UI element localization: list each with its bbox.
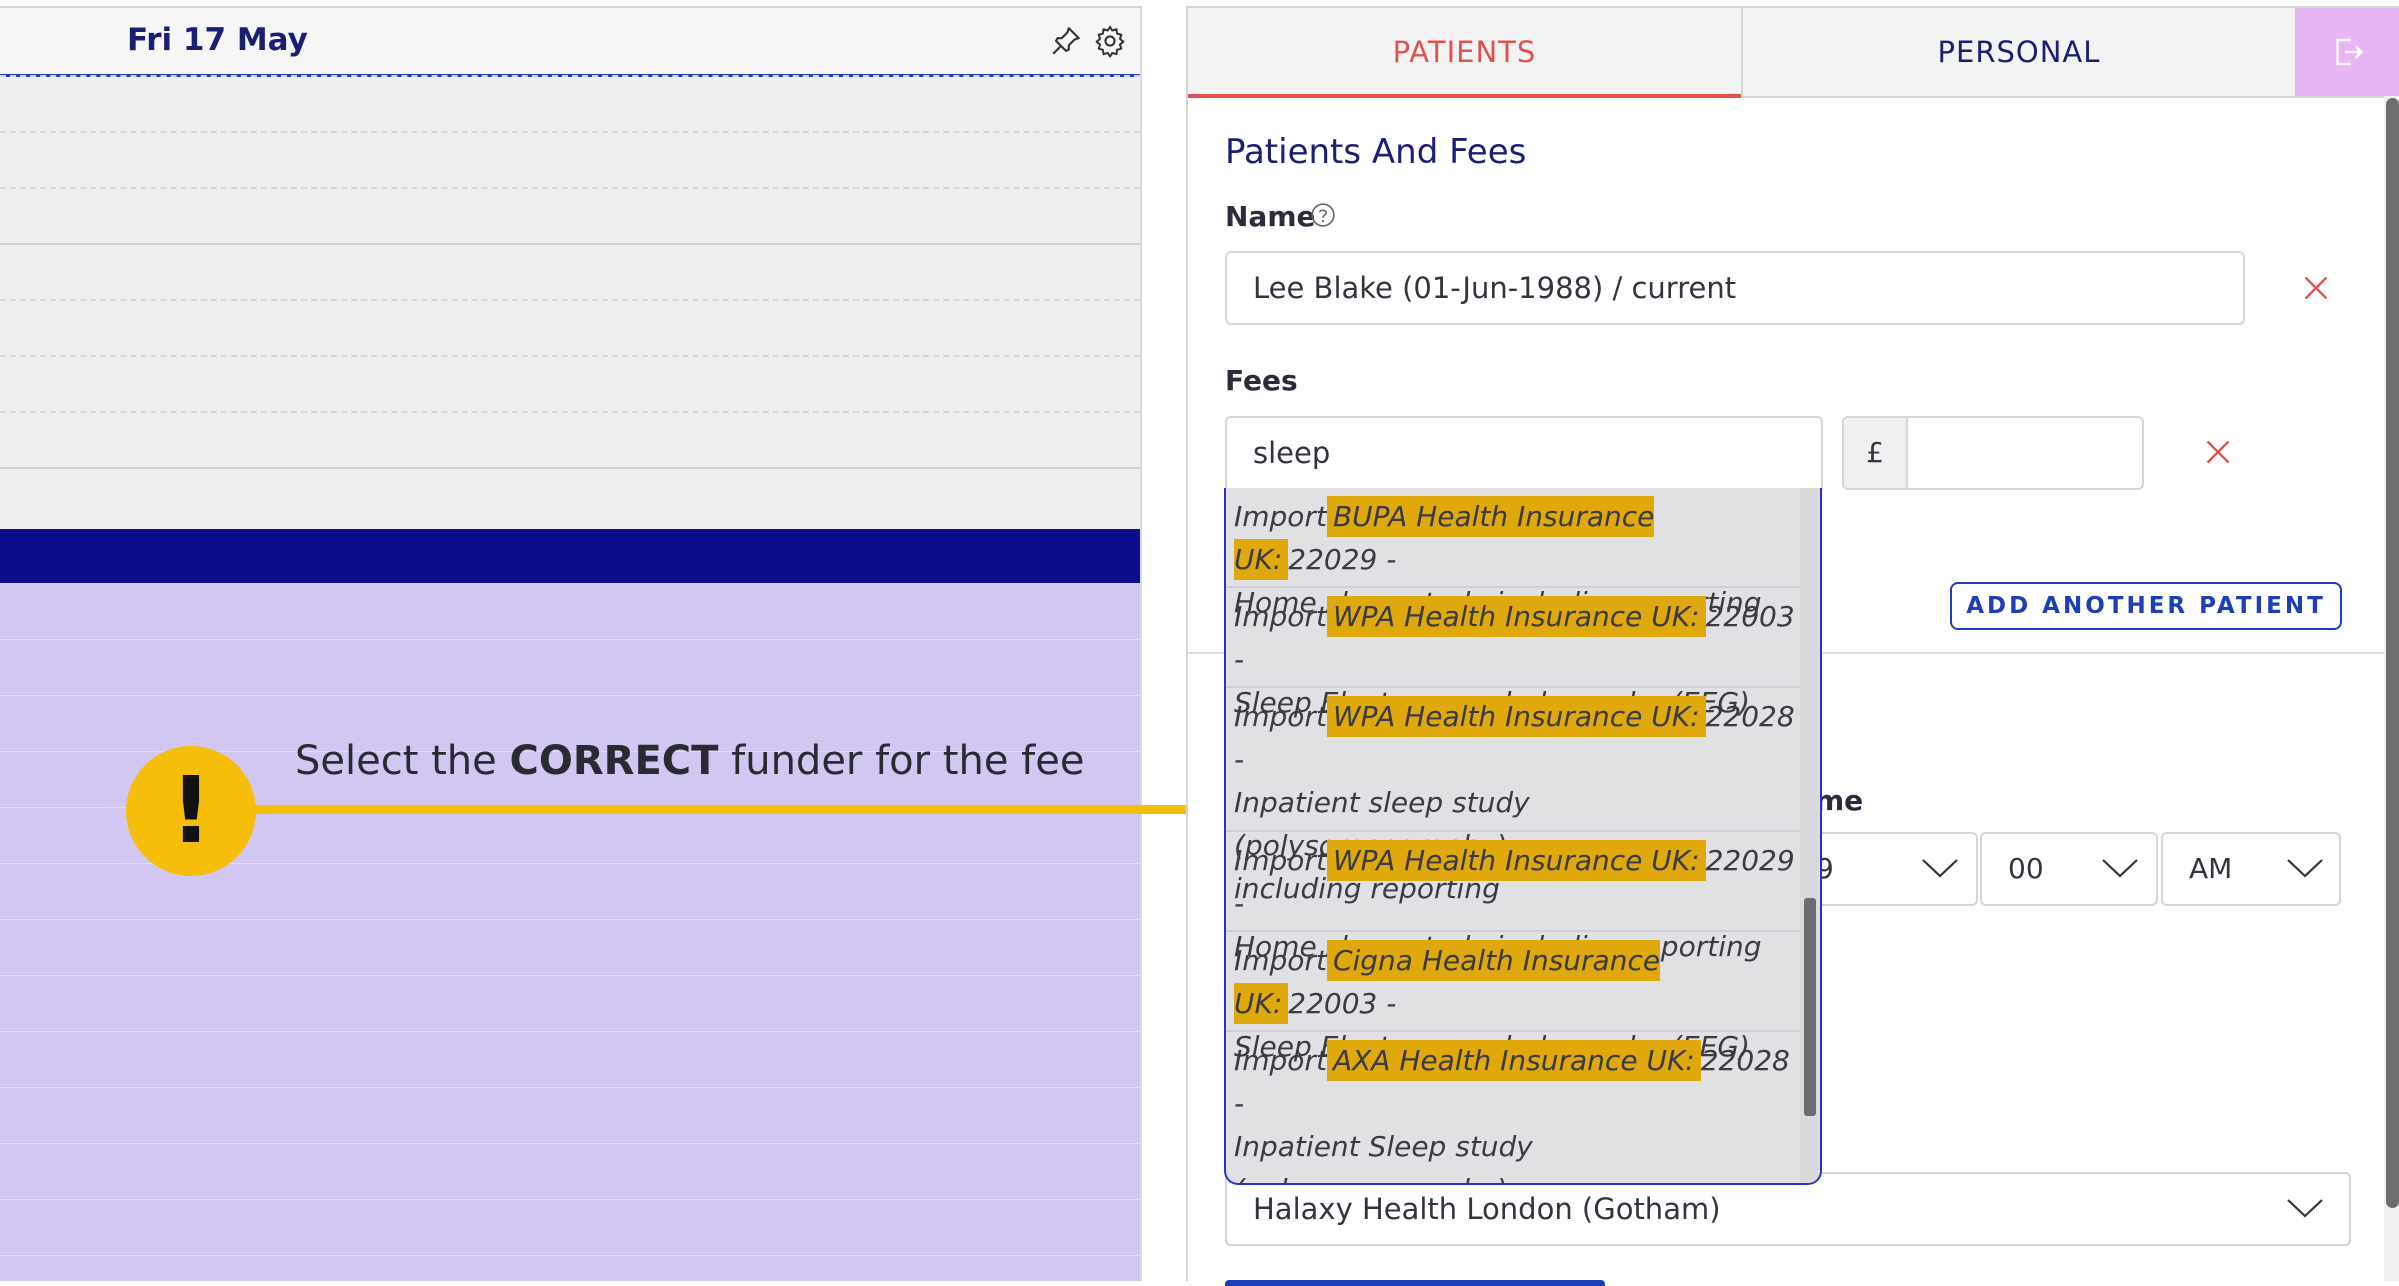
pin-icon[interactable] <box>1049 24 1083 58</box>
fee-option-funder: WPA Health Insurance UK: <box>1326 696 1706 737</box>
fee-option[interactable]: Import AXA Health Insurance UK: 22028 - Inp… <box>1226 1032 1800 1183</box>
appointment-block[interactable] <box>0 583 1140 1281</box>
name-label: Name <box>1225 200 1316 233</box>
ampm-select[interactable]: AM <box>2161 832 2341 906</box>
chevron-down-icon <box>2287 1199 2323 1218</box>
section-title: Patients And Fees <box>1225 132 1527 172</box>
tab-personal[interactable]: PERSONAL <box>1741 8 2295 96</box>
fee-option-funder: WPA Health Insurance UK: <box>1326 840 1706 881</box>
fee-option[interactable]: Import Cigna Health Insurance UK: 22003 -S… <box>1226 932 1800 1063</box>
warning-mark: ! <box>170 757 212 864</box>
chevron-down-icon <box>2287 859 2323 878</box>
fee-option-description: Inpatient Sleep study (polysomnography) <box>1234 1130 1533 1183</box>
fee-search-value: sleep <box>1253 436 1331 470</box>
panel-tabs: PATIENTS PERSONAL <box>1188 6 2399 98</box>
logout-icon <box>2336 38 2364 66</box>
hour-select[interactable]: 9 <box>1808 832 1978 906</box>
calendar-time-slots[interactable] <box>0 75 1140 529</box>
dropdown-scrollbar-thumb[interactable] <box>1804 898 1816 1116</box>
fee-option-prefix: Import <box>1234 844 1327 877</box>
fee-option-prefix: Import <box>1234 700 1327 733</box>
calendar-date-label: Fri 17 May <box>127 22 308 58</box>
fee-dropdown-list[interactable]: Import BUPA Health Insurance UK: 22029 - Ho… <box>1224 488 1822 1185</box>
minute-select[interactable]: 00 <box>1980 832 2158 906</box>
currency-prefix: £ <box>1842 416 1908 490</box>
close-icon[interactable] <box>2204 438 2232 466</box>
fee-option-prefix: Import <box>1234 500 1327 533</box>
chevron-down-icon <box>2102 859 2138 878</box>
tab-patients[interactable]: PATIENTS <box>1188 8 1741 98</box>
fee-search-input[interactable]: sleep <box>1225 416 1823 490</box>
fee-option[interactable]: Import WPA Health Insurance UK: 22003 - Sle… <box>1226 588 1800 719</box>
calendar-header: Fri 17 May <box>0 6 1140 77</box>
ampm-value: AM <box>2189 852 2233 885</box>
warning-icon: ! <box>126 746 256 876</box>
appointment-header-bar[interactable] <box>0 529 1140 583</box>
fee-option[interactable]: Import BUPA Health Insurance UK: 22029 - Ho… <box>1226 488 1800 619</box>
fee-amount-input[interactable] <box>1906 416 2144 490</box>
help-circle-icon[interactable] <box>1310 202 1336 228</box>
patient-name-value: Lee Blake (01-Jun-1988) / current <box>1253 271 1737 305</box>
fee-option-code: 22029 - <box>1288 543 1397 576</box>
fee-option-code: 22003 - <box>1288 987 1397 1020</box>
close-icon[interactable] <box>2302 274 2330 302</box>
fee-option-prefix: Import <box>1234 944 1327 977</box>
fee-option[interactable]: Import WPA Health Insurance UK: 22028 - Inp… <box>1226 688 1800 905</box>
annotation-connector <box>250 805 1250 814</box>
fee-option-prefix: Import <box>1234 1044 1327 1077</box>
fee-option-funder: AXA Health Insurance UK: <box>1326 1040 1701 1081</box>
fee-option-prefix: Import <box>1234 600 1327 633</box>
time-label: me <box>1815 784 1864 817</box>
calendar-pane: Fri 17 May <box>0 6 1142 1281</box>
fee-option[interactable]: Import WPA Health Insurance UK: 22029 - Hom… <box>1226 832 1800 963</box>
panel-scrollbar-thumb[interactable] <box>2386 98 2399 1208</box>
patient-name-field[interactable]: Lee Blake (01-Jun-1988) / current <box>1225 251 2245 325</box>
chevron-down-icon <box>1922 859 1958 878</box>
minute-value: 00 <box>2008 852 2044 885</box>
fees-label: Fees <box>1225 364 1298 397</box>
gear-icon[interactable] <box>1093 24 1127 58</box>
add-another-patient-button[interactable]: ADD ANOTHER PATIENT <box>1950 582 2342 630</box>
annotation-text: Select the CORRECT funder for the fee <box>295 738 1085 784</box>
fee-option-funder: WPA Health Insurance UK: <box>1326 596 1706 637</box>
logout-button[interactable] <box>2295 8 2399 96</box>
